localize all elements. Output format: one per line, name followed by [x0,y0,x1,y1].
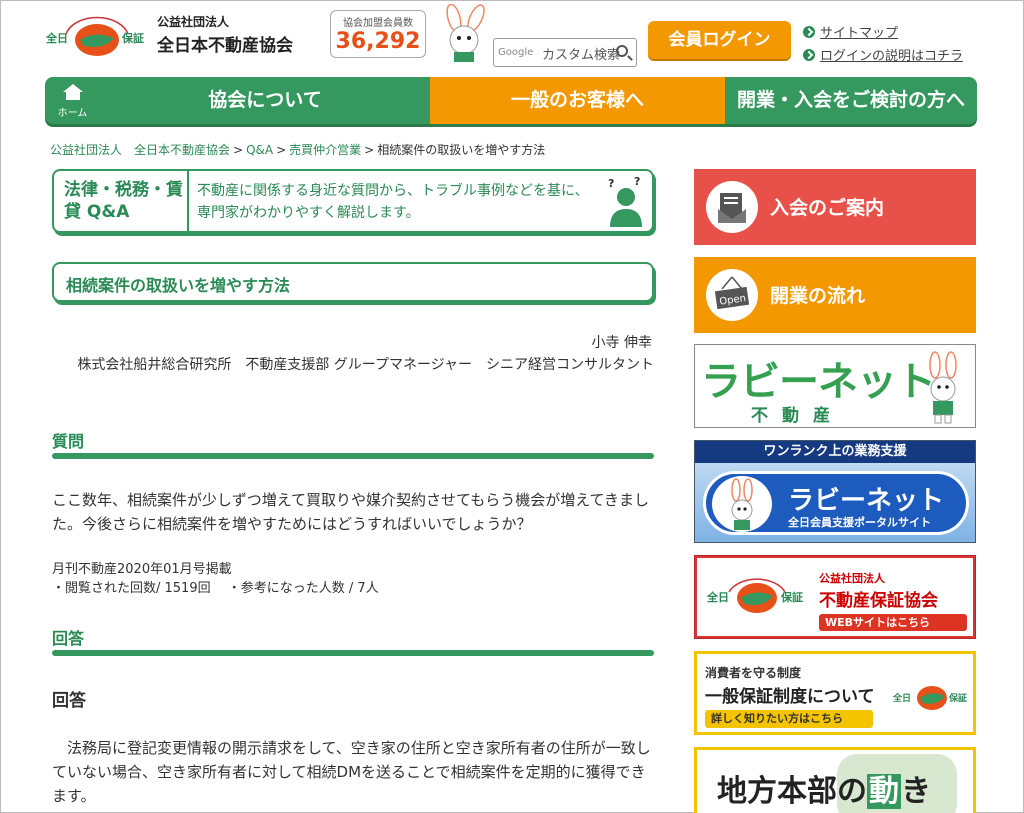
publication-info: 月刊不動産2020年01月号掲載 [52,562,232,577]
guarantee-org-type: 公益社団法人 [819,572,885,585]
rabbit-mascot-icon [929,351,957,424]
answer-underline [52,650,654,656]
opening-flow-banner[interactable]: Open 開業の流れ [694,257,976,333]
question-underline [52,453,654,459]
member-count-box: 協会加盟会員数 36,292 [330,10,426,58]
zennichi-hosho-logo: 全日 保証 [706,578,803,613]
rabbit-mascot-icon [712,476,772,532]
portal-tagline: ワンランク上の業務支援 [695,441,975,463]
rabbynet-portal-banner[interactable]: ワンランク上の業務支援 ラビーネット 全日会員支援ポータルサイト [694,440,976,543]
member-count-value: 36,292 [335,29,421,54]
join-guide-banner[interactable]: 入会のご案内 [694,169,976,245]
svg-text:全日: 全日 [45,31,68,45]
article-title-box: 相続案件の取扱いを増やす方法 [52,262,654,302]
answer-text: 法務局に登記変更情報の開示請求をして、空き家の住所と空き家所有者の住所が一致して… [52,739,651,805]
svg-text:保証: 保証 [948,692,967,704]
portal-title: ラビーネット [788,486,945,516]
svg-text:全日: 全日 [893,692,911,704]
question-heading: 質問 [52,432,85,451]
org-type-label: 公益社団法人 [157,15,230,29]
breadcrumb-item[interactable]: 公益社団法人 全日本不動産協会 [50,143,230,157]
thinking-person-icon: ? ? [608,175,642,227]
nav-general-customers[interactable]: 一般のお客様へ [430,77,725,124]
login-help-link[interactable]: ログインの説明はコチラ [803,45,963,64]
qa-banner-title: 法律・税務・賃貸 Q&A [64,180,183,222]
breadcrumb-item[interactable]: Q&A [246,143,273,157]
arrow-circle-icon [803,49,815,61]
open-sign-icon: Open [706,269,758,321]
org-name[interactable]: 全日本不動産協会 [157,31,293,56]
nav-home[interactable]: ホーム [45,77,100,124]
consumer-more-button[interactable]: 詳しく知りたい方はこちら [705,710,873,728]
search-placeholder: カスタム検索 [542,48,621,63]
nav-about[interactable]: 協会について [100,77,430,124]
qa-banner[interactable]: 法律・税務・賃貸 Q&A 不動産に関係する身近な質問から、トラブル事例などを基に… [52,169,654,233]
breadcrumb-current: 相続案件の取扱いを増やす方法 [377,143,546,157]
divider [187,171,189,231]
author-affiliation: 株式会社船井総合研究所 不動産支援部 グループマネージャー シニア経営コンサルタ… [77,357,654,373]
portal-pill: ラビーネット 全日会員支援ポータルサイト [703,471,969,535]
search-input[interactable]: Google カスタム検索 [493,38,637,67]
home-icon [63,84,83,100]
answer-heading: 回答 [52,629,85,648]
article-title: 相続案件の取扱いを増やす方法 [66,276,291,295]
question-text: ここ数年、相続案件が少しずつ増えて買取りや媒介契約させてもらう機会が増えてきまし… [52,491,650,533]
main-nav: ホーム 協会について 一般のお客様へ 開業・入会をご検討の方へ [45,77,977,124]
sitemap-link[interactable]: サイトマップ [803,22,898,41]
consumer-tagline: 消費者を守る制度 [705,666,802,680]
qa-banner-description: 不動産に関係する身近な質問から、トラブル事例などを基に、専門家がわかりやすく解説… [197,183,589,221]
opening-flow-label: 開業の流れ [770,285,866,307]
join-guide-label: 入会のご案内 [770,197,885,219]
member-login-button[interactable]: 会員ログイン [648,21,791,59]
nav-open-join[interactable]: 開業・入会をご検討の方へ [725,77,977,124]
consumer-guarantee-banner[interactable]: 消費者を守る制度 一般保証制度について 詳しく知りたい方はこちら 全日 保証 [694,651,976,735]
author-name: 小寺 伸幸 [591,335,652,351]
breadcrumb: 公益社団法人 全日本不動産協会 > Q&A > 売買仲介営業 > 相続案件の取扱いを増やす方… [50,143,546,157]
member-count-label: 協会加盟会員数 [343,18,413,29]
zennichi-logo[interactable]: 全日 保証 [44,10,150,64]
svg-text:保証: 保証 [780,590,803,604]
portal-subtitle: 全日会員支援ポータルサイト [788,516,931,529]
rabbynet-realestate-banner[interactable]: ラビーネット 不動産 [694,344,976,428]
document-icon [706,181,758,233]
guarantee-website-button[interactable]: WEBサイトはこちら [819,614,967,631]
zennichi-hosho-logo: 全日 保証 [893,686,967,710]
rabbit-mascot-icon [432,3,496,66]
regional-branch-title: 地方本部の動き [717,774,931,809]
svg-text:全日: 全日 [706,590,729,604]
guarantee-org-name: 不動産保証協会 [819,591,938,611]
search-brand: Google [498,47,534,58]
svg-text:?: ? [608,177,614,190]
consumer-title: 一般保証制度について [705,687,875,707]
rabbynet-title: ラビーネット [701,359,936,405]
regional-branch-banner[interactable]: 地方本部の動き [694,747,976,813]
arrow-circle-icon [803,26,815,38]
answer-subheading: 回答 [52,691,86,711]
svg-text:保証: 保証 [121,31,144,45]
guarantee-association-banner[interactable]: 全日 保証 公益社団法人 不動産保証協会 WEBサイトはこちら [694,555,976,639]
svg-text:?: ? [634,175,640,188]
search-icon[interactable] [616,45,628,57]
breadcrumb-item[interactable]: 売買仲介営業 [289,143,361,157]
article-stats: ・閲覧された回数/ 1519回 ・参考になった人数 / 7人 [52,581,379,596]
rabbynet-subtitle: 不動産 [751,406,844,426]
